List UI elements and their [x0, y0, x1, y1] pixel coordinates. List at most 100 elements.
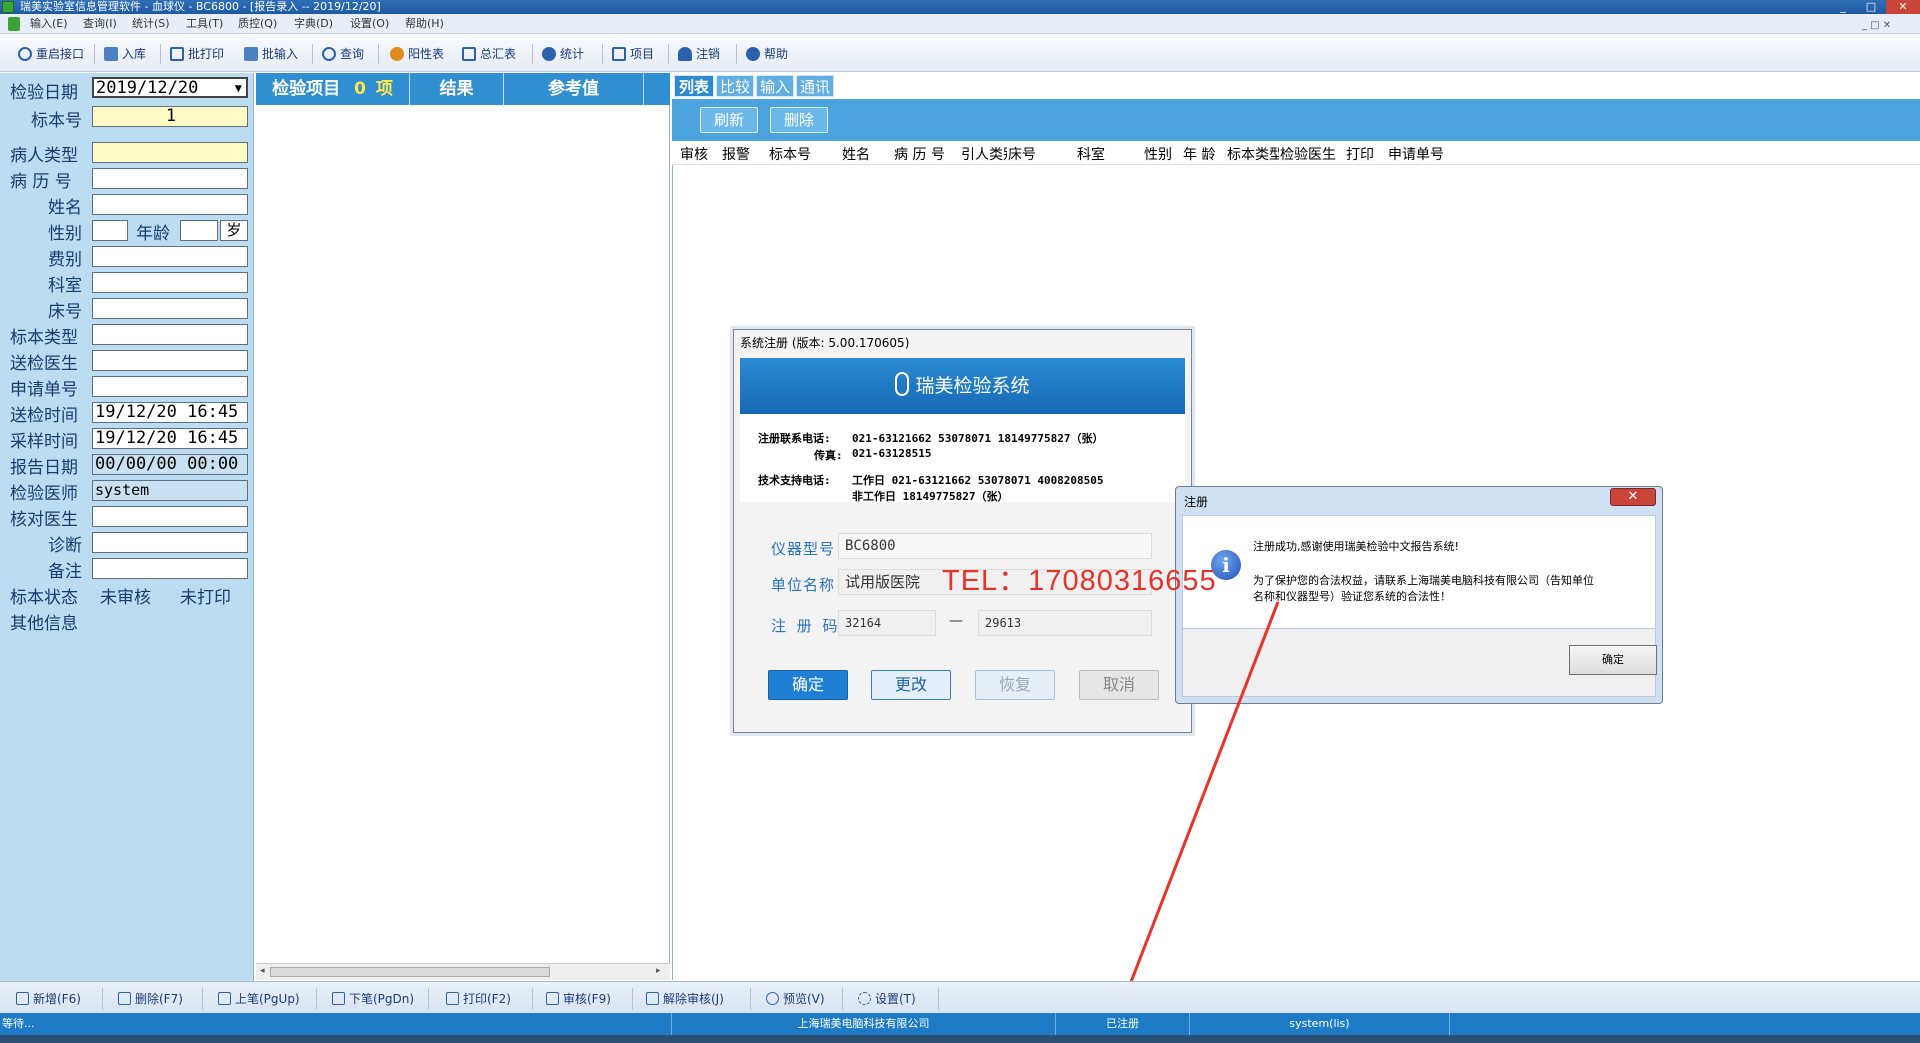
- code-field-1[interactable]: 32164: [838, 610, 936, 636]
- gender-field[interactable]: [92, 220, 128, 241]
- col-sample-type[interactable]: 标本类型: [1227, 144, 1279, 164]
- bed-field[interactable]: [92, 298, 248, 319]
- tab-compare[interactable]: 比较: [716, 75, 754, 97]
- report-date-field[interactable]: 00/00/00 00:00: [92, 454, 248, 475]
- menu-tools[interactable]: 工具(T): [186, 14, 223, 34]
- status-bar: 等待... 上海瑞美电脑科技有限公司 已注册 system(lis): [0, 1013, 1920, 1035]
- query-button[interactable]: 查询: [322, 43, 364, 65]
- col-name[interactable]: 姓名: [842, 144, 870, 164]
- col-test-doctor[interactable]: 检验医生: [1280, 144, 1336, 164]
- confirm-button[interactable]: 确定: [768, 670, 848, 700]
- fee-field[interactable]: [92, 246, 248, 267]
- items-list[interactable]: [256, 105, 670, 963]
- message-ok-button[interactable]: 确定: [1569, 645, 1657, 675]
- menu-help[interactable]: 帮助(H): [405, 14, 444, 34]
- scroll-right-icon[interactable]: ▸: [656, 966, 661, 976]
- status-print: 未打印: [180, 588, 231, 608]
- request-no-field[interactable]: [92, 376, 248, 397]
- close-button[interactable]: ✕: [1886, 0, 1920, 14]
- test-doctor-field[interactable]: system: [92, 480, 248, 501]
- help-button[interactable]: 帮助: [746, 43, 788, 65]
- menu-stats[interactable]: 统计(S): [132, 14, 170, 34]
- menu-query[interactable]: 查询(I): [83, 14, 117, 34]
- audit-button[interactable]: 审核(F9): [546, 989, 611, 1009]
- sample-type-field[interactable]: [92, 324, 248, 345]
- remark-field[interactable]: [92, 558, 248, 579]
- batch-input-button[interactable]: 批输入: [244, 43, 298, 65]
- age-unit-select[interactable]: 岁: [220, 220, 248, 241]
- app-menu-icon[interactable]: [8, 17, 20, 31]
- logout-button[interactable]: 注销: [678, 43, 720, 65]
- prev-button[interactable]: 上笔(PgUp): [218, 989, 300, 1009]
- col-audit[interactable]: 审核: [680, 144, 708, 164]
- refresh-button[interactable]: 刷新: [700, 107, 758, 133]
- bottom-toolbar: 新增(F6) 删除(F7) 上笔(PgUp) 下笔(PgDn) 打印(F2) 审…: [0, 981, 1920, 1013]
- mdi-controls[interactable]: _ □ ✕: [1862, 16, 1891, 36]
- name-field[interactable]: [92, 194, 248, 215]
- col-dept[interactable]: 科室: [1077, 144, 1105, 164]
- col-patient-type[interactable]: 引人类别: [961, 144, 1007, 164]
- scroll-thumb[interactable]: [270, 967, 550, 977]
- menu-input[interactable]: 输入(E): [30, 14, 68, 34]
- cancel-audit-button[interactable]: 解除审核(J): [646, 989, 724, 1009]
- menu-dict[interactable]: 字典(D): [294, 14, 333, 34]
- col-age[interactable]: 年 龄: [1183, 144, 1215, 164]
- window-title: 瑞美实验室信息管理软件 - 血球仪 - BC6800 - [报告录入 -- 20…: [20, 0, 381, 13]
- menu-qc[interactable]: 质控(Q): [238, 14, 277, 34]
- scroll-left-icon[interactable]: ◂: [260, 966, 265, 976]
- items-horizontal-scrollbar[interactable]: ◂ ▸: [256, 963, 670, 980]
- patient-type-field[interactable]: [92, 142, 248, 163]
- col-bed[interactable]: 床号: [1008, 144, 1036, 164]
- maximize-button[interactable]: □: [1858, 0, 1884, 14]
- diagnosis-field[interactable]: [92, 532, 248, 553]
- change-button[interactable]: 更改: [871, 670, 951, 700]
- preview-button[interactable]: 预览(V): [766, 989, 825, 1009]
- settings-button[interactable]: 设置(T): [858, 989, 916, 1009]
- col-alarm[interactable]: 报警: [722, 144, 750, 164]
- col-print[interactable]: 打印: [1346, 144, 1374, 164]
- logo-icon: [895, 372, 910, 396]
- title-bar: 瑞美实验室信息管理软件 - 血球仪 - BC6800 - [报告录入 -- 20…: [0, 0, 1920, 14]
- edit-icon: [244, 47, 258, 61]
- dept-field[interactable]: [92, 272, 248, 293]
- register-dialog-title: 系统注册 (版本: 5.00.170605): [740, 336, 910, 350]
- remark-label: 备注: [48, 562, 82, 582]
- collect-time-field[interactable]: 19/12/20 16:45: [92, 428, 248, 449]
- stock-in-button[interactable]: 入库: [104, 43, 146, 65]
- sample-no-field[interactable]: 1: [92, 106, 248, 127]
- delete-list-button[interactable]: 删除: [770, 107, 828, 133]
- minimize-button[interactable]: _: [1830, 0, 1856, 14]
- col-sample-no[interactable]: 标本号: [769, 144, 811, 164]
- next-button[interactable]: 下笔(PgDn): [332, 989, 414, 1009]
- print-button[interactable]: 打印(F2): [446, 989, 511, 1009]
- send-doctor-field[interactable]: [92, 350, 248, 371]
- col-request-no[interactable]: 申请单号: [1388, 144, 1444, 164]
- model-field[interactable]: BC6800: [838, 533, 1152, 559]
- up-icon: [218, 992, 231, 1005]
- message-dialog-title: 注册: [1184, 495, 1209, 509]
- date-picker[interactable]: 2019/12/20 ▼: [92, 77, 248, 98]
- message-close-button[interactable]: ✕: [1610, 488, 1656, 506]
- items-button[interactable]: 项目: [612, 43, 654, 65]
- batch-print-button[interactable]: 批打印: [170, 43, 224, 65]
- menu-settings[interactable]: 设置(O): [350, 14, 389, 34]
- tab-comm[interactable]: 通讯: [796, 75, 834, 97]
- age-field[interactable]: [180, 220, 218, 241]
- restore-button[interactable]: 恢复: [975, 670, 1055, 700]
- check-doctor-field[interactable]: [92, 506, 248, 527]
- statistics-button[interactable]: 统计: [542, 43, 584, 65]
- send-time-field[interactable]: 19/12/20 16:45: [92, 402, 248, 423]
- new-button[interactable]: 新增(F6): [16, 989, 81, 1009]
- annotation-arrow: [1112, 601, 1280, 1021]
- summary-table-button[interactable]: 总汇表: [462, 43, 516, 65]
- tab-input[interactable]: 输入: [756, 75, 794, 97]
- trash-icon: [118, 992, 131, 1005]
- delete-button[interactable]: 删除(F7): [118, 989, 183, 1009]
- restart-interface-button[interactable]: 重启接口: [18, 43, 84, 65]
- col-record-no[interactable]: 病 历 号: [894, 144, 945, 164]
- eye-icon: [766, 992, 779, 1005]
- col-gender[interactable]: 性别: [1144, 144, 1172, 164]
- record-no-field[interactable]: [92, 168, 248, 189]
- tab-list[interactable]: 列表: [674, 75, 714, 97]
- positive-table-button[interactable]: 阳性表: [390, 43, 444, 65]
